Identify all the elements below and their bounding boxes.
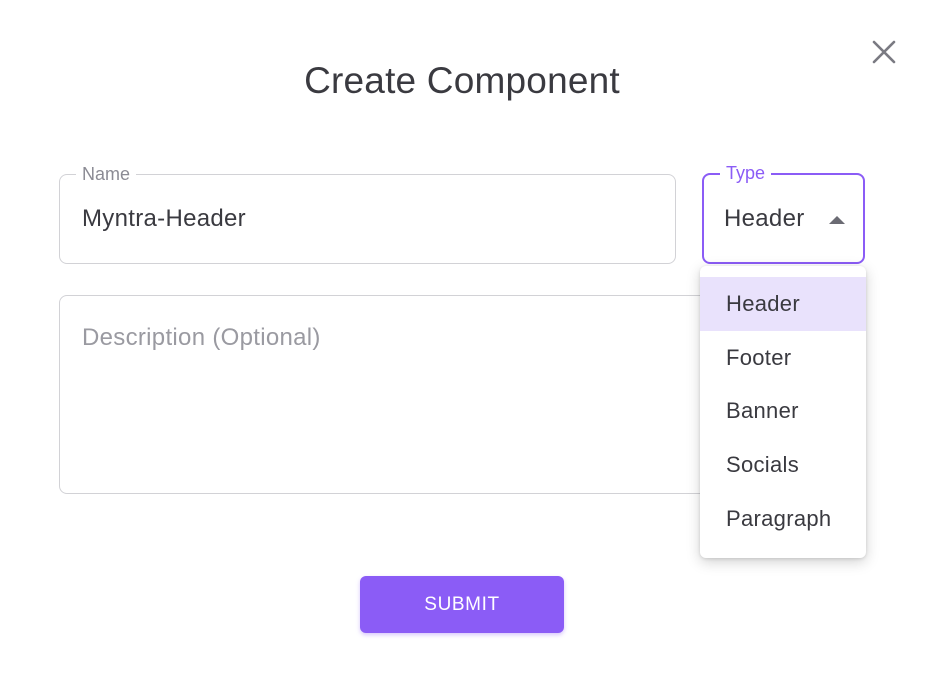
type-option-footer[interactable]: Footer	[700, 331, 866, 385]
name-input[interactable]: Myntra-Header	[82, 205, 246, 233]
type-option-socials[interactable]: Socials	[700, 438, 866, 492]
name-field[interactable]: Name Myntra-Header	[59, 163, 676, 264]
type-select[interactable]: Type Header	[702, 162, 865, 264]
submit-button[interactable]: SUBMIT	[360, 576, 564, 633]
description-input[interactable]: Description (Optional)	[82, 324, 321, 352]
name-label: Name	[76, 163, 137, 185]
type-selected-value: Header	[724, 205, 805, 232]
description-field[interactable]: Description (Optional)	[59, 295, 719, 494]
type-option-banner[interactable]: Banner	[700, 384, 866, 438]
caret-up-icon[interactable]	[829, 216, 845, 224]
type-dropdown-menu: Header Footer Banner Socials Paragraph	[700, 266, 866, 558]
dialog-title: Create Component	[304, 60, 620, 101]
type-label: Type	[720, 162, 772, 184]
create-component-dialog: Create Component Name Myntra-Header Type…	[0, 0, 930, 686]
type-option-paragraph[interactable]: Paragraph	[700, 492, 866, 546]
type-option-header[interactable]: Header	[700, 277, 866, 331]
